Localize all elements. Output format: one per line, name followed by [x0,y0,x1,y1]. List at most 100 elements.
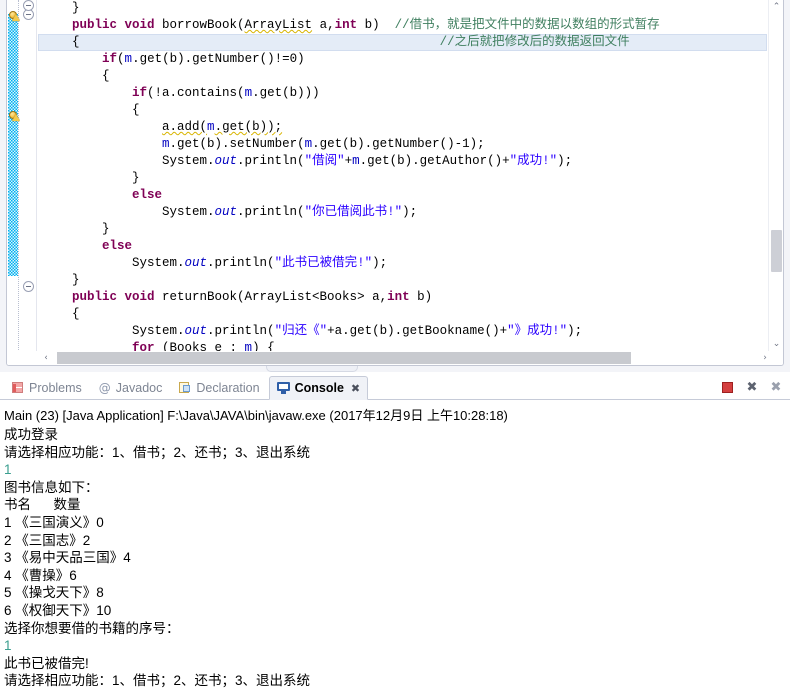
code-token: ArrayList [244,18,313,32]
code-token: .get(b)); [214,120,283,134]
problems-icon [11,381,25,395]
code-line[interactable]: m.get(b).setNumber(m.get(b).getNumber()-… [38,136,767,153]
code-token: + [344,154,353,168]
code-token: //之后就把修改后的数据返回文件 [379,35,630,49]
code-token: System. [42,324,185,338]
code-token: } [42,222,110,236]
code-line[interactable]: System.out.println("此书已被借完!"); [38,255,767,272]
code-token: .get(b))) [252,86,320,100]
editor-horizontal-scrollbar[interactable]: ‹ › [7,351,783,365]
console-launch-header: Main (23) [Java Application] F:\Java\JAV… [4,408,508,423]
code-token: (!a.contains( [147,86,245,100]
code-token: .println( [237,205,305,219]
code-editor-pane: } public void borrowBook(ArrayList a,int… [0,0,790,372]
console-output-line: 书名 数量 [4,497,81,513]
console-pane: Problems @ Javadoc Declaration Console ✖ ✖ ✖ … [0,372,790,693]
code-line[interactable]: { //之后就把修改后的数据返回文件 [38,34,767,51]
code-token: borrowBook( [162,18,245,32]
code-token: out [184,256,208,270]
code-line[interactable]: public void returnBook(ArrayList<Books> … [38,289,767,306]
code-token: System. [42,154,215,168]
console-output-line: 请选择相应功能：1、借书；2、还书；3、退出系统 [4,673,311,689]
code-line[interactable]: a.add(m.get(b)); [38,119,767,136]
console-output-line: 1 《三国演义》0 [4,514,104,530]
code-line[interactable]: { [38,68,767,85]
code-token: m [304,137,313,151]
annotation-ruler[interactable] [7,0,20,352]
code-token: .println( [207,256,275,270]
console-output[interactable]: 成功登录 请选择相应功能：1、借书；2、还书；3、退出系统 1 图书信息如下： 书名 数… [4,426,790,690]
vertical-scroll-thumb[interactable] [771,230,782,272]
code-line[interactable]: else [38,238,767,255]
code-token: ); [372,256,388,270]
terminate-button[interactable] [720,380,736,396]
code-line[interactable]: } [38,170,767,187]
scroll-down-arrow-icon[interactable]: ⌄ [769,337,783,352]
console-output-line: 成功登录 [4,427,58,442]
horizontal-scroll-thumb[interactable] [57,352,631,364]
code-token: ); [402,205,418,219]
editor-vertical-scrollbar[interactable]: ⌃ ⌄ [768,0,783,352]
code-line[interactable]: if(!a.contains(m.get(b))) [38,85,767,102]
code-token: "此书已被借完!" [274,256,373,270]
code-token: .println( [207,324,275,338]
tab-label: Javadoc [115,381,163,395]
remove-launch-button[interactable]: ✖ [744,380,760,396]
code-token: "借阅" [304,154,345,168]
code-line[interactable]: System.out.println("归还《"+a.get(b).getBoo… [38,323,767,340]
code-token: a.add( [162,120,208,134]
tab-javadoc[interactable]: @ Javadoc [91,376,170,400]
code-line[interactable]: if(m.get(b).getNumber()!=0) [38,51,767,68]
scroll-up-arrow-icon[interactable]: ⌃ [769,0,783,15]
code-line[interactable]: System.out.println("你已借阅此书!"); [38,204,767,221]
console-toolbar: ✖ ✖ [720,378,784,398]
code-token: m [207,120,215,134]
code-line[interactable]: System.out.println("借阅"+m.get(b).getAuth… [38,153,767,170]
scroll-right-arrow-icon[interactable]: › [757,351,773,365]
code-line[interactable]: public void borrowBook(ArrayList a,int b… [38,17,767,34]
code-token: m [162,137,170,151]
warning-marker-icon[interactable] [8,10,20,23]
fold-collapse-icon[interactable] [23,281,34,292]
code-line[interactable]: } [38,272,767,289]
code-token: b) [357,18,395,32]
tab-problems[interactable]: Problems [4,376,89,400]
console-output-line: 请选择相应功能：1、借书；2、还书；3、退出系统 [4,444,311,460]
code-line[interactable]: { [38,102,767,119]
console-output-line: 3 《易中天品三国》4 [4,550,131,566]
code-token: { [42,103,140,117]
code-token: int [334,18,358,32]
code-token: else [102,239,133,253]
code-token: if [132,86,148,100]
code-text-area[interactable]: } public void borrowBook(ArrayList a,int… [38,0,767,352]
code-token: "归还《" [274,324,328,338]
tab-console[interactable]: Console ✖ [268,376,369,400]
code-token: m [244,86,253,100]
code-line[interactable]: } [38,221,767,238]
warning-marker-icon[interactable] [8,110,20,123]
code-token: System. [42,205,215,219]
scroll-left-arrow-icon[interactable]: ‹ [38,351,54,365]
remove-all-terminated-button[interactable]: ✖ [768,380,784,396]
code-line[interactable]: { [38,306,767,323]
code-token: } [42,273,80,287]
code-line[interactable]: } [38,0,767,17]
close-icon[interactable]: ✖ [351,382,360,395]
code-line[interactable]: else [38,187,767,204]
folding-ruler[interactable] [20,0,37,352]
code-token: ( [117,52,125,66]
code-token: .get(b).getAuthor()+ [359,154,510,168]
code-token: } [42,171,140,185]
code-token: .get(b).setNumber( [169,137,305,151]
declaration-icon [178,381,192,395]
change-indicator-bar [8,14,18,276]
code-token: out [214,154,238,168]
code-token: System. [42,256,185,270]
tab-declaration[interactable]: Declaration [171,376,266,400]
code-token: .get(b).getNumber()!=0) [132,52,305,66]
